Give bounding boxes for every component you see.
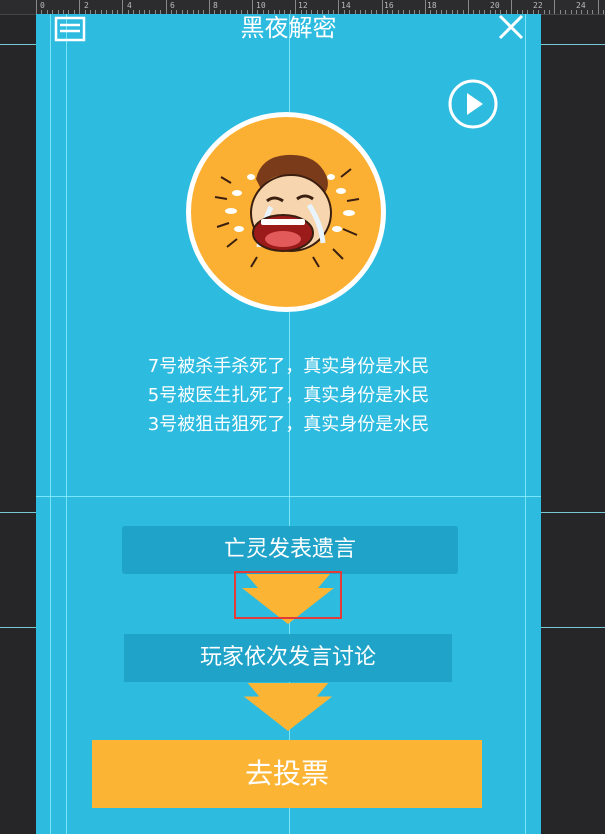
page-title: 黑夜解密	[240, 14, 337, 42]
guide-line	[50, 14, 51, 834]
ruler-label: 24	[576, 1, 586, 10]
ruler-tick	[565, 10, 567, 14]
ruler-label: 4	[127, 1, 132, 10]
guide-line	[66, 14, 67, 834]
ruler-tick	[603, 10, 604, 14]
death-line: 3号被狙击狙死了，真实身份是水民	[147, 414, 430, 435]
step-last-words: 亡灵发表遗言	[122, 526, 458, 574]
ruler-tick	[597, 0, 599, 14]
ruler-label: 20	[490, 1, 500, 10]
ruler-tick	[208, 0, 210, 14]
ruler: 0 2 4 6 8 10 12 14 16 18 20 22 24	[0, 0, 605, 15]
guide-line	[36, 496, 541, 497]
ruler-label: 22	[533, 1, 543, 10]
ruler-label: 0	[40, 1, 45, 10]
ruler-tick	[338, 0, 340, 14]
ruler-tick	[570, 10, 572, 14]
ruler-tick	[559, 10, 561, 14]
ruler-tick	[592, 10, 594, 14]
ruler-tick	[554, 0, 556, 14]
vote-button[interactable]: 去投票	[92, 740, 482, 808]
close-icon[interactable]	[496, 14, 526, 40]
ruler-tick	[252, 0, 253, 14]
ruler-tick	[424, 0, 426, 14]
ruler-tick	[122, 0, 124, 14]
death-report: 7号被杀手杀死了，真实身份是水民 5号被医生扎死了，真实身份是水民 3号被狙击狙…	[96, 352, 481, 439]
ruler-tick	[549, 10, 550, 14]
step-discussion: 玩家依次发言讨论	[124, 634, 452, 682]
crying-face-icon	[186, 112, 386, 312]
ruler-tick	[165, 0, 167, 14]
ruler-label: 12	[298, 1, 308, 10]
down-arrow-icon	[243, 683, 333, 731]
ruler-tick	[468, 0, 469, 14]
ruler-tick	[586, 10, 588, 14]
ruler-tick	[511, 0, 513, 14]
death-line: 5号被医生扎死了，真实身份是水民	[147, 385, 430, 406]
play-icon[interactable]	[447, 78, 499, 130]
guide-line	[525, 14, 526, 834]
ruler-label: 18	[427, 1, 437, 10]
ruler-tick	[381, 0, 383, 14]
ruler-tick	[295, 0, 297, 14]
ruler-tick	[79, 0, 81, 14]
ruler-label: 14	[341, 1, 351, 10]
phone-screen: 黑夜解密 7号被杀手杀死了，真实身份是水民 5号被医生扎死了，真实身份是水民 3…	[36, 14, 541, 834]
ruler-label: 16	[384, 1, 394, 10]
ruler-tick	[543, 10, 545, 14]
ruler-label: 6	[170, 1, 175, 10]
ruler-label: 2	[84, 1, 89, 10]
ruler-label: 10	[256, 1, 266, 10]
ruler-label: 8	[213, 1, 218, 10]
ruler-tick	[36, 0, 37, 14]
death-line: 7号被杀手杀死了，真实身份是水民	[147, 356, 430, 377]
ruler-tick	[581, 10, 583, 14]
ruler-tick	[576, 10, 577, 14]
selection-box	[234, 571, 342, 619]
